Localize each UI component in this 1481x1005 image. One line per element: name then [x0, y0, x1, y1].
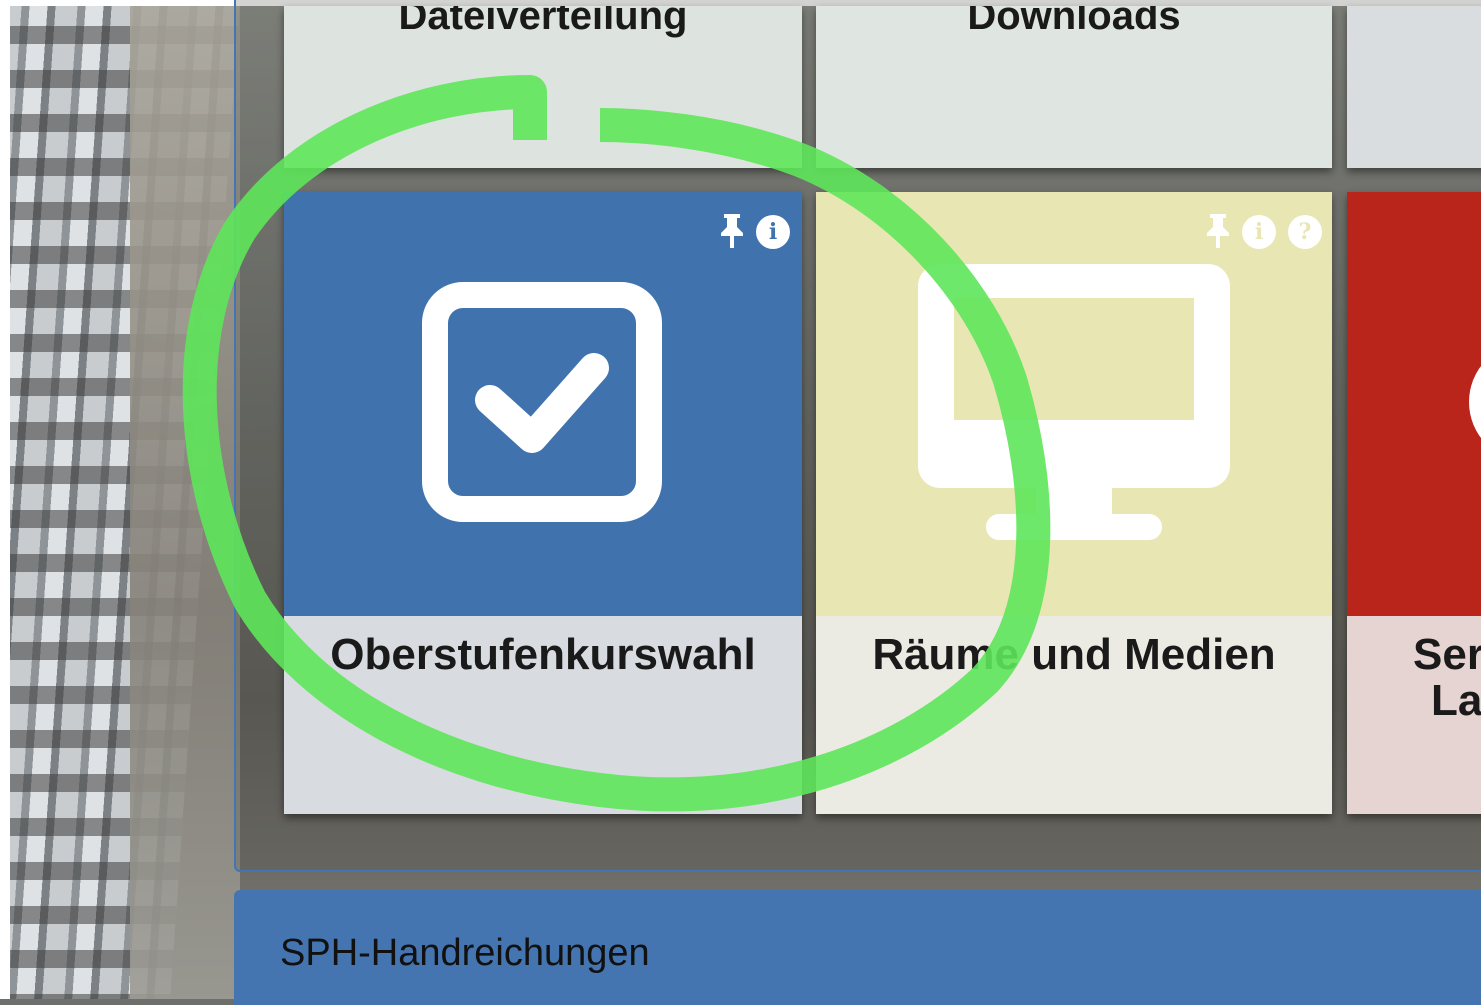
info-icon[interactable]: i — [1242, 215, 1276, 249]
info-icon[interactable]: i — [756, 215, 790, 249]
tile-third-header — [1347, 192, 1481, 616]
left-border — [0, 0, 10, 999]
monitor-icon — [918, 264, 1230, 540]
tile-third-title: Ser La — [1413, 630, 1481, 725]
tile-raeume-footer: Räume und Medien — [816, 616, 1332, 814]
tile-oberstufenkurswahl-header: i — [284, 192, 802, 616]
tile-top-third[interactable] — [1347, 6, 1481, 168]
tile-oberstufenkurswahl-title: Oberstufenkurswahl — [330, 630, 756, 679]
tile-panel: Dateiverteilung Downloads i Oberstufenku… — [234, 0, 1481, 872]
background-building-shadow — [130, 0, 240, 999]
tile-dateiverteilung-label: Dateiverteilung — [398, 6, 688, 38]
tile-dateiverteilung[interactable]: Dateiverteilung — [284, 6, 802, 168]
tile-raeume-title: Räume und Medien — [872, 630, 1276, 679]
pin-icon[interactable] — [1204, 212, 1232, 255]
tile-raeume-und-medien[interactable]: i ? Räume und Medien — [816, 192, 1332, 814]
circle-icon — [1469, 342, 1481, 462]
tile-oberstufenkurswahl[interactable]: i Oberstufenkurswahl — [284, 192, 802, 814]
tile-oberstufenkurswahl-footer: Oberstufenkurswahl — [284, 616, 802, 814]
tile-third[interactable]: Ser La — [1347, 192, 1481, 814]
sph-handreichungen-label: SPH-Handreichungen — [280, 932, 650, 974]
help-icon[interactable]: ? — [1288, 215, 1322, 249]
tile-downloads-label: Downloads — [967, 6, 1181, 38]
checkbox-checked-icon — [422, 282, 662, 522]
sph-handreichungen-bar[interactable]: SPH-Handreichungen — [234, 890, 1481, 1005]
pin-icon[interactable] — [718, 212, 746, 255]
tile-raeume-header: i ? — [816, 192, 1332, 616]
tile-downloads[interactable]: Downloads — [816, 6, 1332, 168]
tile-third-footer: Ser La — [1347, 616, 1481, 814]
